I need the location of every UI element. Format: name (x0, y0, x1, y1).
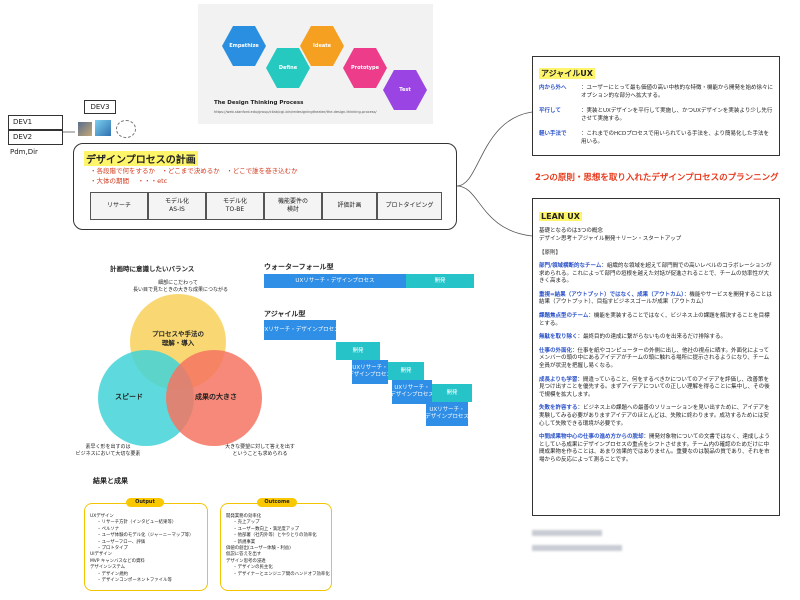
design-thinking-caption: The Design Thinking Process (214, 100, 304, 106)
lean-ux-key: 重視=結果（アウトプット）ではなく、成果（アウトカム） (539, 291, 684, 298)
agile-ux-row: 内から外へ ：ユーザーにとって最も価値の高い中核的な特徴・機能から開発を始め徐々に… (539, 84, 773, 100)
agile-bar-2: 開発 (336, 342, 380, 360)
waterfall-bar-dev: 開発 (406, 274, 474, 288)
lean-ux-key: 仕事の外面化 (539, 347, 573, 354)
balance-top-note: 細部にこだわって 長い目で見たときの大きな成果につながる (133, 280, 229, 293)
design-thinking-card: Empathize Define Ideate Prototype Test T… (198, 4, 433, 124)
list-item: – デザイナーとエンジニア間のハンドオフ効率化 (234, 571, 330, 577)
blurred-text-2 (532, 545, 622, 551)
agile-ux-text: ：ユーザーにとって最も価値の高い中核的な特徴・機能から開発を始め徐々にオプション… (581, 85, 773, 99)
agile-bar-5: UXリサーチ・ デザインプロセス (390, 380, 434, 404)
list-item: – デザインコンポーネントファイル等 (98, 578, 172, 584)
balance-title: 計画時に意識したいバランス (110, 265, 195, 273)
lean-ux-key: 成長よりも学習 (539, 376, 578, 383)
agile-ux-key: 内から外へ (539, 85, 567, 91)
agile-ux-box: アジャイルUX 内から外へ ：ユーザーにとって最も価値の高い中核的な特徴・機能から… (532, 56, 780, 156)
agile-ux-row: 軽い手法で ：これまでのHCDプロセスで用いられている手法を、より簡易化した手法を… (539, 130, 773, 146)
lean-ux-key: 無駄を取り除く (539, 334, 578, 341)
lean-ux-row: 成長よりも学習：間違っていること、何をするべきかについてのアイデアを評価し、改善… (539, 377, 773, 400)
blurred-text (532, 530, 602, 536)
lean-ux-row: 重視=結果（アウトプット）ではなく、成果（アウトカム）：機能やサービスを開発する… (539, 292, 773, 307)
dev3-box: DEV3 (84, 100, 116, 114)
lean-ux-row: 課題焦点型のチーム：機能を実装することではなく、ビジネス上の課題を解決することを… (539, 313, 773, 328)
agile-bar-3: UXリサーチ・ デザインプロセス (348, 360, 392, 384)
empathize-hex: Empathize (222, 26, 266, 66)
agile-ux-text: ：これまでのHCDプロセスで用いられている手法を、より簡易化した手法を用いる。 (581, 131, 769, 145)
venn-label-top: プロセスや手法の 理解・導入 (152, 330, 204, 347)
agile-bar-4: 開発 (388, 362, 424, 380)
step-prototyping: プロトタイピング (377, 192, 442, 220)
plan-note-2: ・大体の期間 ・・・etc (90, 177, 168, 185)
lean-ux-principles-label: 【原則】 (539, 250, 562, 256)
lean-ux-text: ：最終目的の達成に繋がらないものを出来るだけ排除する。 (577, 334, 727, 341)
venn-label-right: 成果の大きさ (195, 393, 237, 401)
prototype-hex: Prototype (343, 48, 387, 88)
lean-ux-text: ：仕事を紙やコンピューターの外側に出し、他社の視点に晒す。外面化によってメンバー… (539, 347, 770, 369)
test-hex: Test (383, 70, 427, 110)
lean-ux-title: LEAN UX (539, 212, 582, 221)
step-tobe: モデル化 TO-BE (206, 192, 264, 220)
agile-ux-rows: 内から外へ ：ユーザーにとって最も価値の高い中核的な特徴・機能から開発を始め徐々に… (539, 84, 773, 146)
step-requirements: 機能要件の 検討 (264, 192, 322, 220)
results-title: 結果と成果 (93, 477, 128, 485)
agile-bar-6: 開発 (432, 384, 472, 402)
lean-ux-row: 失敗を許容する：ビジネス上の課題への最善のソリューションを見い出すために、アイデ… (539, 405, 773, 428)
step-asis: モデル化 AS-IS (148, 192, 206, 220)
pdm-label: Pdm,Dir (10, 148, 38, 156)
agile-ux-key: 軽い手法で (539, 131, 567, 137)
design-thinking-url: https://web.stanford.edu/group/cilab/cgi… (214, 110, 377, 114)
lean-ux-row: 仕事の外面化：仕事を紙やコンピューターの外側に出し、他社の視点に晒す。外面化によ… (539, 348, 773, 371)
agile-ux-text: ：実装とUXデザインを平行して実施し、かつUXデザインを実装より少し先行させて実… (581, 108, 773, 122)
balance-right-note: 大きな要望に対して答えを出す ということも求められる (225, 444, 295, 457)
avatar-sketch (116, 120, 136, 138)
lean-ux-rows: 部門/領域横断的なチーム：組織的な領域を超えて部門間での高いレベルのコラボレーシ… (539, 263, 773, 464)
outcome-pill: Outcome (257, 498, 297, 507)
avatar-photo-2 (95, 120, 111, 136)
lean-ux-row: 無駄を取り除く：最終目的の達成に繋がらないものを出来るだけ排除する。 (539, 334, 773, 342)
outcome-list: 開発業務の効率化 – 売上アップ – ユーザー数向上・満足度アップ – 他部署（社内外… (226, 514, 330, 578)
agile-title: アジャイル型 (264, 310, 306, 318)
lean-ux-row: 中間成果物中心の仕事の進め方からの脱却：開発対象物についての文書ではなく、達成し… (539, 434, 773, 464)
output-list: UXデザイン – リサーチ方針（インタビュー結果等） – ペルソナ – ユーザ体験のモ… (90, 514, 206, 584)
agile-ux-key: 平行して (539, 108, 561, 114)
dev2-box: DEV2 (8, 130, 63, 145)
avatar-photo-1 (78, 122, 92, 136)
output-pill: Output (126, 498, 164, 507)
plan-title: デザインプロセスの計画 (84, 151, 198, 166)
list-item: – 他部署（社内外等）とやりとりの効率化 (234, 533, 317, 539)
waterfall-title: ウォーターフォール型 (264, 263, 334, 271)
dev1-box: DEV1 (8, 115, 63, 130)
center-title: 2つの原則・思想を取り入れたデザインプロセスのプランニング (535, 173, 779, 183)
lean-ux-intro-1: 基礎となるのは3つの概念 (539, 228, 603, 234)
plan-note-1: ・各段階で何をするか ・どこまで決めるか ・どこで誰を巻き込むか (90, 167, 298, 175)
lean-ux-key: 課題焦点型のチーム (539, 312, 589, 319)
ideate-hex: Ideate (300, 26, 344, 66)
balance-left-note: 素早く形を出すのは ビジネスにおいて大切な要素 (75, 444, 141, 457)
venn-label-left: スピード (115, 393, 143, 401)
lean-ux-key: 中間成果物中心の仕事の進め方からの脱却 (539, 434, 644, 441)
step-research: リサーチ (90, 192, 148, 220)
lean-ux-row: 部門/領域横断的なチーム：組織的な領域を超えて部門間での高いレベルのコラボレーシ… (539, 263, 773, 286)
lean-ux-key: 失敗を許容する (539, 405, 578, 412)
waterfall-bar-ux: UXリサーチ・デザインプロセス (264, 274, 406, 288)
step-evaluation: 評価計画 (322, 192, 377, 220)
lean-ux-intro-2: デザイン思考＋アジャイル開発＋リーン・スタートアップ (539, 236, 682, 242)
lean-ux-box: LEAN UX 基礎となるのは3つの概念 デザイン思考＋アジャイル開発＋リーン・… (532, 198, 780, 516)
agile-bar-7: UXリサーチ・ デザインプロセス (425, 402, 469, 426)
lean-ux-key: 部門/領域横断的なチーム (539, 263, 602, 269)
agile-ux-title: アジャイルUX (539, 68, 595, 79)
define-hex: Define (266, 48, 310, 88)
list-item: – ユーザ体験のモデル化（ジャーニーマップ等） (98, 533, 194, 539)
agile-bar-1: UXリサーチ・デザインプロセス (260, 320, 340, 340)
agile-ux-row: 平行して ：実装とUXデザインを平行して実施し、かつUXデザインを実装より少し先行… (539, 107, 773, 123)
